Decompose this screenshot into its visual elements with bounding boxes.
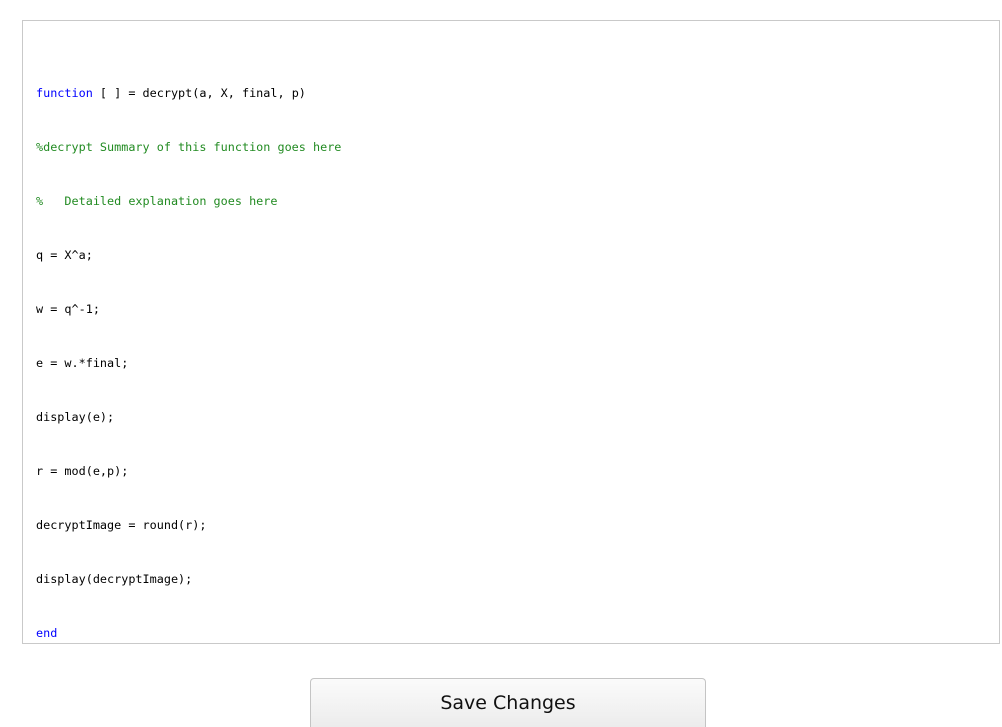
comment-token: %decrypt Summary of this function goes h… xyxy=(36,140,342,154)
code-line: r = mod(e,p); xyxy=(36,462,341,480)
page: function [ ] = decrypt(a, X, final, p) %… xyxy=(0,0,1002,727)
code-editor[interactable]: function [ ] = decrypt(a, X, final, p) %… xyxy=(22,20,1000,644)
comment-token: % Detailed explanation goes here xyxy=(36,194,278,208)
code-line: decryptImage = round(r); xyxy=(36,516,341,534)
code-text: w = q^-1; xyxy=(36,302,100,316)
code-text: display(e); xyxy=(36,410,115,424)
code-line: display(decryptImage); xyxy=(36,570,341,588)
code-line: e = w.*final; xyxy=(36,354,341,372)
code-area[interactable]: function [ ] = decrypt(a, X, final, p) %… xyxy=(36,48,341,678)
keyword-token: end xyxy=(36,626,58,640)
code-text: decryptImage = round(r); xyxy=(36,518,207,532)
code-text: [ ] = decrypt(a, X, final, p) xyxy=(92,86,306,100)
code-line: % Detailed explanation goes here xyxy=(36,192,341,210)
code-text: r = mod(e,p); xyxy=(36,464,129,478)
code-line: end xyxy=(36,624,341,642)
code-line: %decrypt Summary of this function goes h… xyxy=(36,138,341,156)
code-text: display(decryptImage); xyxy=(36,572,193,586)
code-line: w = q^-1; xyxy=(36,300,341,318)
code-text: e = w.*final; xyxy=(36,356,129,370)
keyword-token: function xyxy=(36,86,93,100)
code-line: display(e); xyxy=(36,408,341,426)
code-text: q = X^a; xyxy=(36,248,93,262)
code-line: q = X^a; xyxy=(36,246,341,264)
code-line: function [ ] = decrypt(a, X, final, p) xyxy=(36,84,341,102)
save-changes-button[interactable]: Save Changes xyxy=(310,678,706,727)
